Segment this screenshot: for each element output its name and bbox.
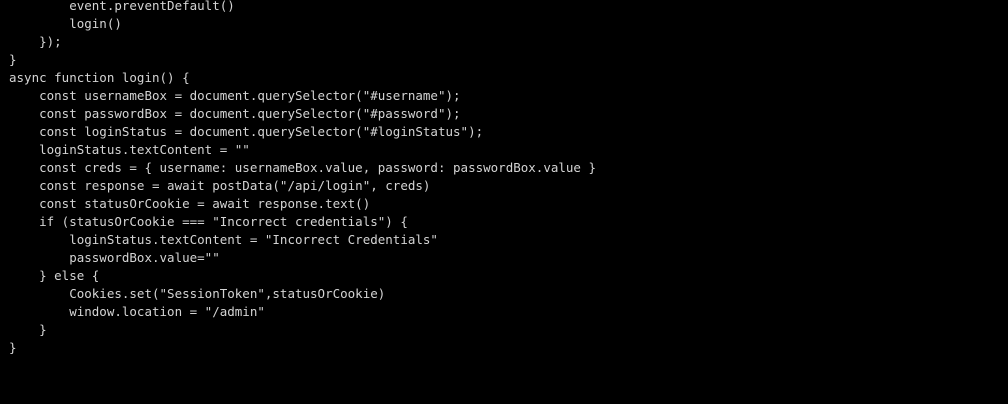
code-line: const loginStatus = document.querySelect… bbox=[9, 124, 484, 139]
code-block: event.preventDefault() login() }); } asy… bbox=[9, 0, 596, 357]
code-line: loginStatus.textContent = "" bbox=[9, 142, 250, 157]
code-line: const statusOrCookie = await response.te… bbox=[9, 196, 371, 211]
code-line: } else { bbox=[9, 268, 100, 283]
code-viewer: event.preventDefault() login() }); } asy… bbox=[0, 0, 1008, 404]
code-line: } bbox=[9, 322, 47, 337]
code-line: const usernameBox = document.querySelect… bbox=[9, 88, 461, 103]
code-line: Cookies.set("SessionToken",statusOrCooki… bbox=[9, 286, 386, 301]
code-line: passwordBox.value="" bbox=[9, 250, 220, 265]
code-line: loginStatus.textContent = "Incorrect Cre… bbox=[9, 232, 438, 247]
code-line: const response = await postData("/api/lo… bbox=[9, 178, 431, 193]
code-line: const creds = { username: usernameBox.va… bbox=[9, 160, 596, 175]
code-line: async function login() { bbox=[9, 70, 190, 85]
code-line: event.preventDefault() bbox=[9, 0, 235, 13]
code-line: }); bbox=[9, 34, 62, 49]
code-line: login() bbox=[9, 16, 122, 31]
code-line: const passwordBox = document.querySelect… bbox=[9, 106, 461, 121]
code-line: window.location = "/admin" bbox=[9, 304, 265, 319]
code-line: } bbox=[9, 52, 17, 67]
code-line: if (statusOrCookie === "Incorrect creden… bbox=[9, 214, 408, 229]
code-line: } bbox=[9, 340, 17, 355]
